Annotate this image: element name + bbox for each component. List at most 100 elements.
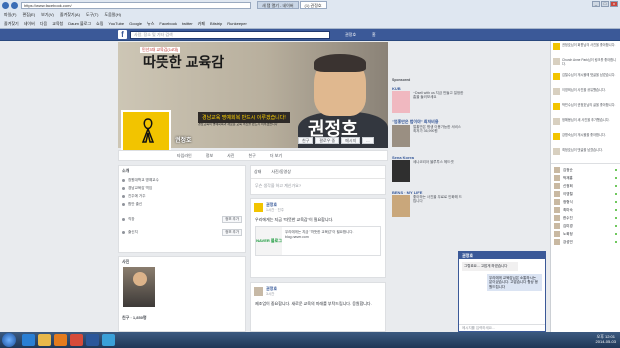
add-info-button[interactable]: 정보 추가 [222, 228, 242, 236]
internet-explorer-icon[interactable] [22, 334, 35, 346]
friends-count[interactable]: 친구 · 1,850명 [119, 313, 150, 323]
facebook-logo-icon[interactable]: f [118, 30, 127, 39]
chat-contact[interactable]: 김정순 [551, 166, 620, 174]
start-button-icon[interactable] [2, 333, 16, 347]
contact-name: 노희정 [563, 231, 573, 236]
tab-more[interactable]: 더 보기 [270, 153, 282, 159]
ticker-item[interactable]: 이영희님이 사진을 공유했습니다. [551, 86, 620, 101]
favorite-link[interactable]: Runkeeper [227, 20, 247, 28]
chat-contact[interactable]: 최미숙 [551, 206, 620, 214]
profile-name[interactable]: 권정호 [175, 135, 192, 144]
favorite-link[interactable]: 다음 [40, 20, 47, 28]
avatar[interactable] [254, 203, 263, 212]
chat-contact[interactable]: 노희정 [551, 230, 620, 238]
ad-image[interactable] [392, 194, 410, 217]
home-link[interactable]: 홈 [372, 32, 376, 38]
ticker-item[interactable]: 최정호님이 댓글을 남겼습니다. [551, 146, 620, 161]
intro-text: 출신지 [128, 229, 138, 234]
favorite-link[interactable]: Daum 블로그 [68, 20, 91, 28]
post-time[interactable]: 1시간 · 진주 [266, 208, 284, 213]
chat-window-title[interactable]: 권정호 [459, 252, 545, 259]
post-card: 권정호 1시간 · 진주 우리에게는 지금 "따뜻한 교육감"이 필요합니다. … [250, 198, 386, 278]
favorite-link[interactable]: Facebook [159, 20, 177, 28]
favorite-link[interactable]: 쇼핑 [96, 20, 103, 28]
composer-input[interactable]: 무슨 생각을 하고 계신가요? [251, 179, 385, 193]
facebook-search-input[interactable]: 사람, 장소 및 기타 검색 [130, 31, 330, 39]
avatar [553, 58, 560, 65]
favorite-link[interactable]: Google [129, 20, 142, 28]
ad-item[interactable]: "엄홍만은 법이야" 최저비용 얼홍만은 평생 이용가능한 서비스 최저가 36… [392, 119, 512, 147]
chat-contact[interactable]: 김미경 [551, 222, 620, 230]
taskbar-clock[interactable]: 오후 12:01 2014-05-03 [596, 334, 616, 344]
more-button[interactable]: ... [362, 137, 374, 144]
browser-tab-active[interactable]: (1) 권정호 [299, 1, 327, 9]
profile-link[interactable]: 권정호 [345, 32, 356, 38]
link-preview[interactable]: NAVER 블로그 우리에게는 지금 "따뜻한 교육감"이 필요합니다. blo… [255, 226, 381, 256]
media-player-icon[interactable] [54, 334, 67, 346]
menu-help[interactable]: 도움말(H) [104, 11, 121, 18]
avatar [554, 191, 560, 197]
menu-bar: 파일(F) 편집(E) 보기(V) 즐겨찾기(A) 도구(T) 도움말(H) [0, 11, 127, 18]
menu-favorites[interactable]: 즐겨찾기(A) [60, 11, 80, 18]
add-info-button[interactable]: 정보 추가 [222, 215, 242, 223]
hangul-icon[interactable] [102, 334, 115, 346]
chrome-icon[interactable] [70, 334, 83, 346]
browser-tab[interactable]: 새 탭 열기 - 네이버 [257, 1, 299, 9]
favorite-link[interactable]: 교육청 [52, 20, 63, 28]
back-button[interactable] [2, 1, 9, 9]
post-time[interactable]: 3시간 [266, 292, 277, 297]
ad-image[interactable] [392, 90, 410, 113]
tab-photos[interactable]: 사진 [227, 153, 234, 159]
favorite-link[interactable]: 네이버 [24, 20, 35, 28]
following-button[interactable]: 팔로우 중 [315, 137, 340, 144]
composer-tab-photo[interactable]: 사진/동영상 [271, 169, 291, 175]
ad-item[interactable]: Sena Korea 세나코리아 블루투스 헤드셋 [392, 155, 512, 182]
message-button[interactable]: 메시지 [341, 137, 361, 144]
ticker-item[interactable]: 강명숙님이 게시물을 좋아합니다. [551, 131, 620, 146]
menu-edit[interactable]: 편집(E) [22, 11, 35, 18]
avatar[interactable] [254, 287, 263, 296]
favorite-link[interactable]: 뉴스 [147, 20, 154, 28]
ticker-item[interactable]: 박민수님이 권정호님의 글을 좋아합니다. [551, 101, 620, 116]
ad-image[interactable] [392, 159, 410, 182]
tab-friends[interactable]: 친구 [248, 153, 255, 159]
photos-title[interactable]: 사진 [119, 257, 245, 267]
chat-contact[interactable]: 이영철 [551, 190, 620, 198]
chat-contact[interactable]: 정형식 [551, 198, 620, 206]
cover-person-hair [314, 54, 366, 72]
forward-button[interactable] [11, 1, 18, 9]
tab-timeline[interactable]: 타임라인 [177, 153, 192, 159]
ticker-item[interactable]: 김철수님이 게시물에 댓글을 남겼습니다. [551, 71, 620, 86]
ticker-item[interactable]: 권정호님이 회원님의 사진을 좋아합니다. [551, 41, 620, 56]
ticker-item[interactable]: 정해봉님이 새 사진을 추가했습니다. [551, 116, 620, 131]
chat-contact[interactable]: 박재홍 [551, 174, 620, 182]
tab-about[interactable]: 정보 [206, 153, 213, 159]
chat-contact[interactable]: 신정희 [551, 182, 620, 190]
menu-file[interactable]: 파일(F) [4, 11, 16, 18]
minimize-button[interactable]: _ [592, 1, 600, 7]
ad-item[interactable]: KUB ~Dsell with us 지금 만들고 일정한 홈을 둘러보세요 [392, 86, 512, 113]
folder-icon[interactable] [38, 334, 51, 346]
chat-message-input[interactable]: 메시지를 입력하세요... [459, 324, 545, 331]
ad-text: 세나코리아 블루투스 헤드셋 [413, 159, 454, 164]
avatar [554, 207, 560, 213]
favorite-link[interactable]: 카페 [198, 20, 205, 28]
close-button[interactable]: x [610, 1, 618, 7]
maximize-button[interactable]: □ [601, 1, 609, 7]
friends-button[interactable]: 친구 [298, 137, 314, 144]
menu-tools[interactable]: 도구(T) [86, 11, 98, 18]
ad-item[interactable]: BENS · MY LIFE 좋아하는 사진을 무료로 인화해 드립니다 [392, 190, 512, 217]
ticker-item[interactable]: Church Anne Park님이 링크를 좋아합니다. [551, 56, 620, 71]
composer-tab-status[interactable]: 상태 [254, 169, 261, 175]
photo-thumbnail[interactable] [133, 272, 147, 286]
favorite-link[interactable]: twitter [182, 20, 193, 28]
favorite-link[interactable]: YouTube [108, 20, 124, 28]
address-bar[interactable]: https://www.facebook.com/ [21, 1, 251, 9]
word-icon[interactable] [86, 334, 99, 346]
menu-view[interactable]: 보기(V) [41, 11, 54, 18]
favorite-link[interactable]: Bitstrip [210, 20, 222, 28]
chat-contact[interactable]: 한수진 [551, 214, 620, 222]
chat-contact[interactable]: 강성민 [551, 238, 620, 246]
favorite-link[interactable]: 즐겨찾기 [4, 20, 19, 28]
ad-image[interactable] [392, 124, 410, 147]
